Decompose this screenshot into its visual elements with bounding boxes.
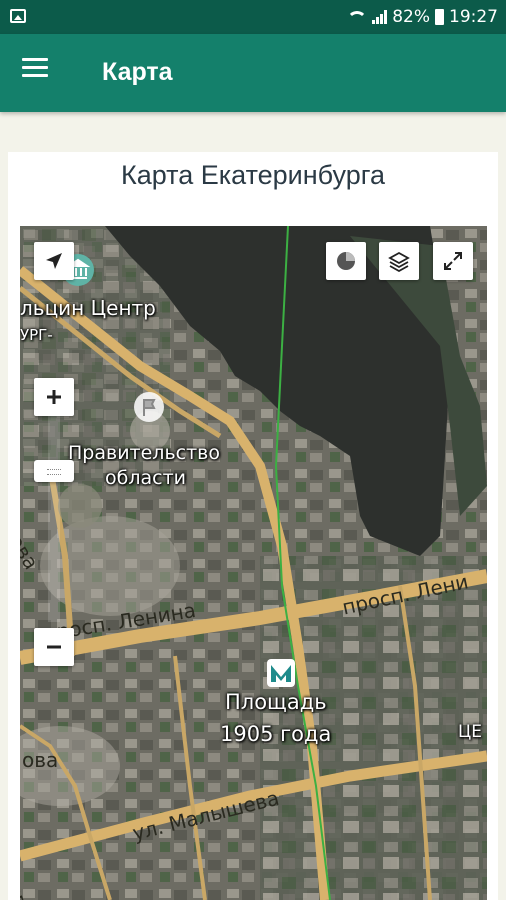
gallery-notification-icon	[10, 9, 26, 23]
navigation-arrow-icon	[46, 253, 62, 269]
battery-percent: 82%	[392, 7, 430, 27]
plus-icon	[47, 390, 61, 404]
status-indicators: 82% 19:27	[347, 7, 498, 27]
clock: 19:27	[449, 7, 498, 27]
map-label-metro-2: 1905 года	[220, 722, 332, 746]
status-bar: 82% 19:27	[0, 0, 506, 34]
zoom-in-button[interactable]	[34, 378, 74, 416]
metro-station-icon[interactable]	[266, 658, 296, 688]
map-label-government-2: области	[105, 467, 186, 489]
menu-button[interactable]	[22, 58, 54, 88]
zoom-slider-handle[interactable]	[34, 460, 74, 482]
minus-icon	[47, 645, 61, 649]
map-label-poi: льцин Центр	[20, 296, 156, 320]
map-label-center: ЦЕ	[458, 722, 482, 742]
page-title: Карта Екатеринбурга	[120, 160, 386, 190]
map-view[interactable]: льцин Центр УРГ- Правительство области к…	[20, 226, 487, 900]
zoom-out-button[interactable]	[34, 628, 74, 666]
layers-button[interactable]	[379, 242, 419, 280]
app-bar: Карта	[0, 34, 506, 112]
signal-icon	[372, 10, 388, 24]
government-poi-icon[interactable]	[132, 390, 166, 424]
app-title: Карта	[102, 58, 173, 86]
map-label-metro: Площадь	[225, 690, 327, 714]
map-label-government: Правительство	[68, 442, 220, 464]
street-label-ova: ова	[22, 748, 59, 772]
fullscreen-button[interactable]	[433, 242, 473, 280]
wifi-icon	[347, 9, 368, 25]
map-label-poi-2: УРГ-	[20, 326, 53, 344]
locate-button[interactable]	[34, 242, 74, 280]
battery-icon	[435, 9, 444, 25]
zoom-slider-track[interactable]	[48, 396, 60, 622]
map-type-icon	[337, 252, 355, 270]
expand-icon	[444, 252, 462, 270]
map-style-button[interactable]	[326, 242, 366, 280]
layers-icon	[388, 251, 410, 272]
